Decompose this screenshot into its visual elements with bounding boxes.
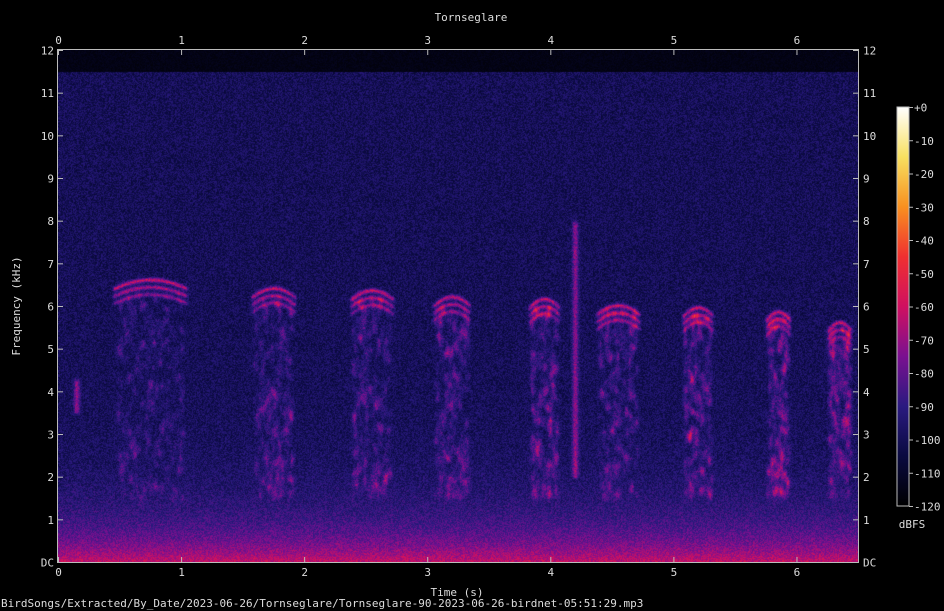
colorbar-tick-label: -30 <box>914 201 934 214</box>
x-tick-top-label: 6 <box>794 34 801 47</box>
x-tick-bottom-label: 2 <box>301 566 308 579</box>
x-ticks-bottom: 0 1 2 3 4 5 6 <box>55 557 800 579</box>
plot-frame <box>57 49 859 563</box>
y-tick-right-label: DC <box>863 557 876 570</box>
y-ticks-left: DC123456789101112 <box>41 45 63 570</box>
y-tick-left-label: 3 <box>47 429 54 442</box>
colorbar-tick-label: -50 <box>914 268 934 281</box>
x-tick-bottom-label: 3 <box>424 566 431 579</box>
colorbar-tick-label: -20 <box>914 168 934 181</box>
x-tick-top-label: 0 <box>55 34 62 47</box>
colorbar-tick-label: +0 <box>914 102 927 115</box>
y-tick-left-label: 6 <box>47 301 54 314</box>
y-tick-right-label: 7 <box>863 258 870 271</box>
y-tick-left-label: 8 <box>47 215 54 228</box>
y-tick-left-label: 10 <box>41 130 54 143</box>
file-path-footer: BirdSongs/Extracted/By_Date/2023-06-26/T… <box>1 597 644 610</box>
colorbar-tick-label: -90 <box>914 401 934 414</box>
colorbar-tick-label: -60 <box>914 301 934 314</box>
colorbar-tick-label: -100 <box>914 434 941 447</box>
colorbar-ticks: +0 -10 -20 -30 -40 -50 -60 -70 -80 -90 -100 -110 -12… <box>909 102 941 514</box>
x-tick-bottom-label: 6 <box>794 566 801 579</box>
y-tick-left-label: 4 <box>47 386 54 399</box>
y-tick-left-label: 1 <box>47 514 54 527</box>
y-tick-right-label: 8 <box>863 215 870 228</box>
y-tick-right-label: 12 <box>863 45 876 58</box>
colorbar-label: dBFS <box>899 518 926 531</box>
y-tick-left-label: 11 <box>41 87 54 100</box>
colorbar-tick-label: -80 <box>914 368 934 381</box>
y-tick-left-label: 12 <box>41 45 54 58</box>
chart-title: Tornseglare <box>435 11 508 24</box>
x-tick-top-label: 5 <box>671 34 678 47</box>
y-tick-right-label: 10 <box>863 130 876 143</box>
x-tick-top-label: 2 <box>301 34 308 47</box>
y-ticks-right: DC123456789101112 <box>853 45 876 570</box>
x-tick-bottom-label: 5 <box>671 566 678 579</box>
y-axis-label: Frequency (kHz) <box>10 256 23 355</box>
colorbar <box>896 106 910 507</box>
y-tick-right-label: 4 <box>863 386 870 399</box>
y-tick-left-label: 5 <box>47 343 54 356</box>
y-tick-right-label: 5 <box>863 343 870 356</box>
y-tick-right-label: 2 <box>863 471 870 484</box>
y-tick-right-label: 11 <box>863 87 876 100</box>
y-tick-right-label: 3 <box>863 429 870 442</box>
y-tick-right-label: 9 <box>863 173 870 186</box>
colorbar-tick-label: -40 <box>914 235 934 248</box>
chart-axes: Tornseglare 0123456 0123456 DC1234567891… <box>10 11 941 599</box>
y-tick-right-label: 1 <box>863 514 870 527</box>
colorbar-tick-label: -120 <box>914 501 941 514</box>
y-tick-left-label: 9 <box>47 173 54 186</box>
x-tick-top-label: 1 <box>178 34 185 47</box>
x-tick-top-label: 3 <box>424 34 431 47</box>
colorbar-tick-label: -10 <box>914 135 934 148</box>
x-tick-top-label: 4 <box>547 34 554 47</box>
x-tick-bottom-label: 0 <box>55 566 62 579</box>
x-tick-bottom-label: 1 <box>178 566 185 579</box>
y-tick-right-label: 6 <box>863 301 870 314</box>
x-tick-bottom-label: 4 <box>547 566 554 579</box>
y-tick-left-label: DC <box>41 557 54 570</box>
colorbar-tick-label: -70 <box>914 334 934 347</box>
colorbar-tick-label: -110 <box>914 467 941 480</box>
y-tick-left-label: 7 <box>47 258 54 271</box>
x-ticks-top: 0 1 2 3 4 5 6 <box>55 34 800 55</box>
y-tick-left-label: 2 <box>47 471 54 484</box>
